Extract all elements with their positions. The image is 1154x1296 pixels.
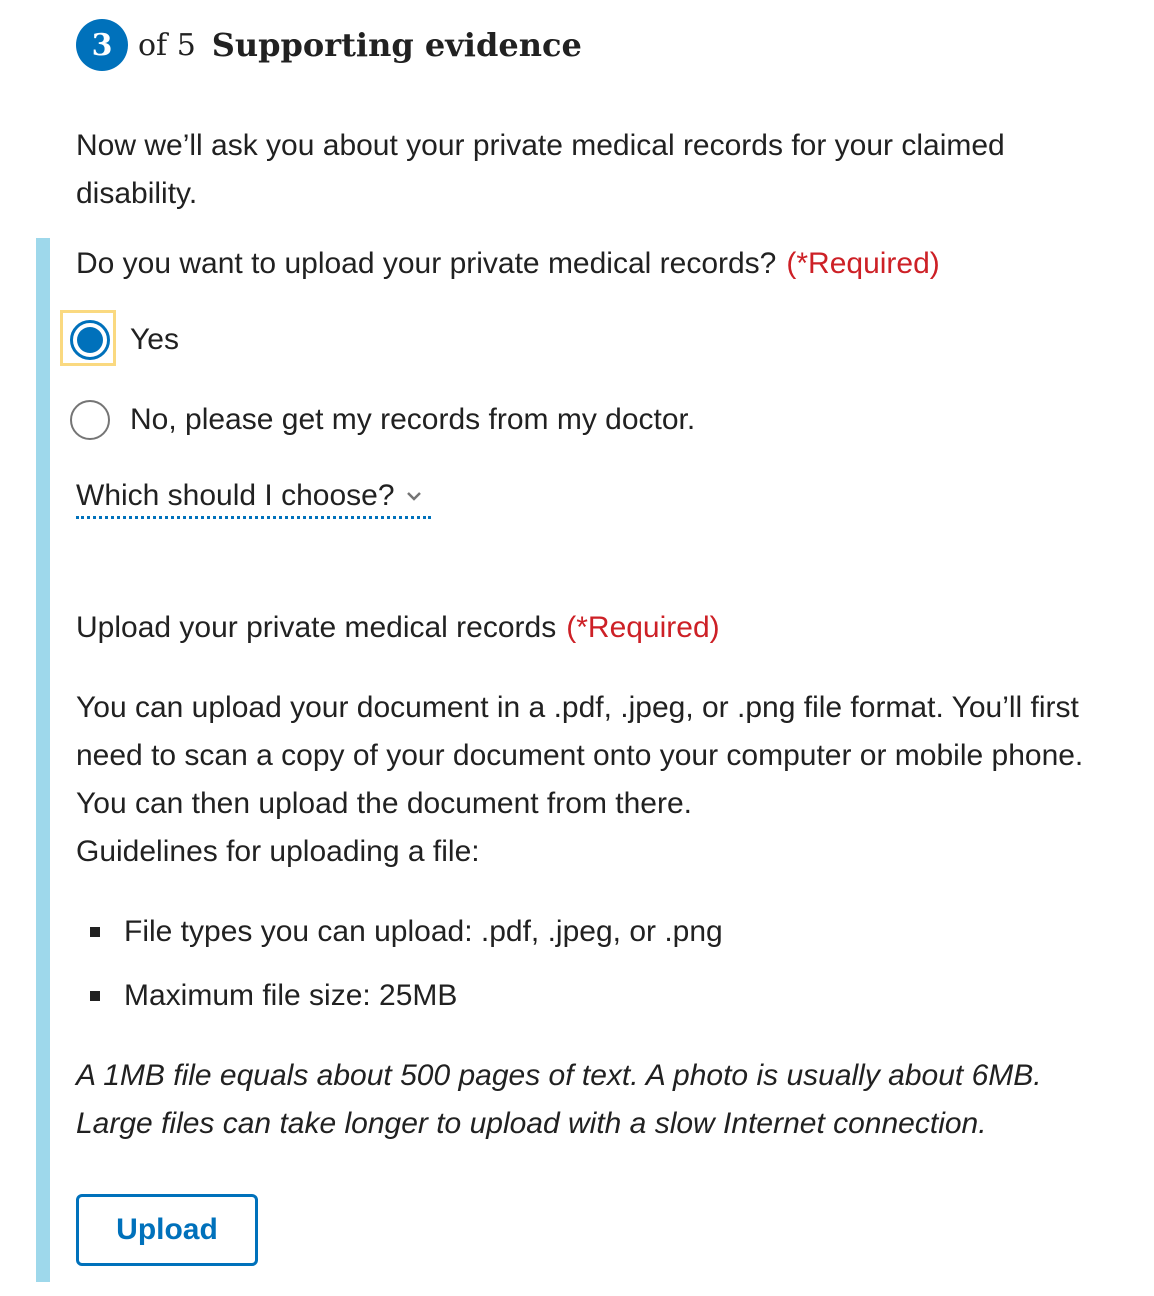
radio-option-yes[interactable]: Yes (70, 320, 179, 360)
step-title: Supporting evidence (211, 26, 582, 64)
file-size-note: A 1MB file equals about 500 pages of tex… (76, 1059, 1042, 1140)
radio-label-no[interactable]: No, please get my records from my doctor… (130, 400, 695, 440)
radio-label-yes[interactable]: Yes (130, 320, 179, 360)
radio-button-no[interactable] (70, 400, 110, 440)
description-line: You can then upload the document from th… (76, 787, 692, 820)
upload-label: Upload your private medical records (*Req… (76, 604, 720, 652)
description-line: You can upload your document in a .pdf, … (76, 691, 1079, 724)
which-should-i-choose-toggle[interactable]: Which should I choose? (76, 478, 431, 519)
list-item: File types you can upload: .pdf, .jpeg, … (90, 908, 723, 956)
bullet-icon (90, 991, 100, 1001)
step-count: of 5 (138, 27, 196, 63)
section-accent-bar (36, 238, 50, 1282)
description-line: need to scan a copy of your document ont… (76, 739, 1084, 772)
chevron-down-icon (406, 492, 421, 501)
required-marker: (*Required) (786, 247, 940, 280)
upload-required-marker: (*Required) (566, 611, 720, 644)
upload-button[interactable]: Upload (76, 1194, 258, 1266)
bullet-icon (90, 927, 100, 937)
question-label: Do you want to upload your private medic… (76, 240, 940, 288)
upload-description: You can upload your document in a .pdf, … (76, 684, 1116, 876)
list-item: Maximum file size: 25MB (90, 972, 723, 1020)
intro-text: Now we’ll ask you about your private med… (76, 129, 1005, 210)
guideline-text: File types you can upload: .pdf, .jpeg, … (124, 915, 723, 948)
guideline-text: Maximum file size: 25MB (124, 979, 458, 1012)
description-line: Guidelines for uploading a file: (76, 835, 480, 868)
step-header: 3 of 5 Supporting evidence (76, 19, 582, 71)
step-number-badge: 3 (76, 19, 128, 71)
guidelines-list: File types you can upload: .pdf, .jpeg, … (90, 908, 723, 1036)
radio-option-no[interactable]: No, please get my records from my doctor… (70, 400, 695, 440)
radio-button-yes[interactable] (70, 320, 110, 360)
help-link-text[interactable]: Which should I choose? (76, 478, 395, 514)
upload-label-text: Upload your private medical records (76, 611, 557, 644)
question-text: Do you want to upload your private medic… (76, 247, 777, 280)
